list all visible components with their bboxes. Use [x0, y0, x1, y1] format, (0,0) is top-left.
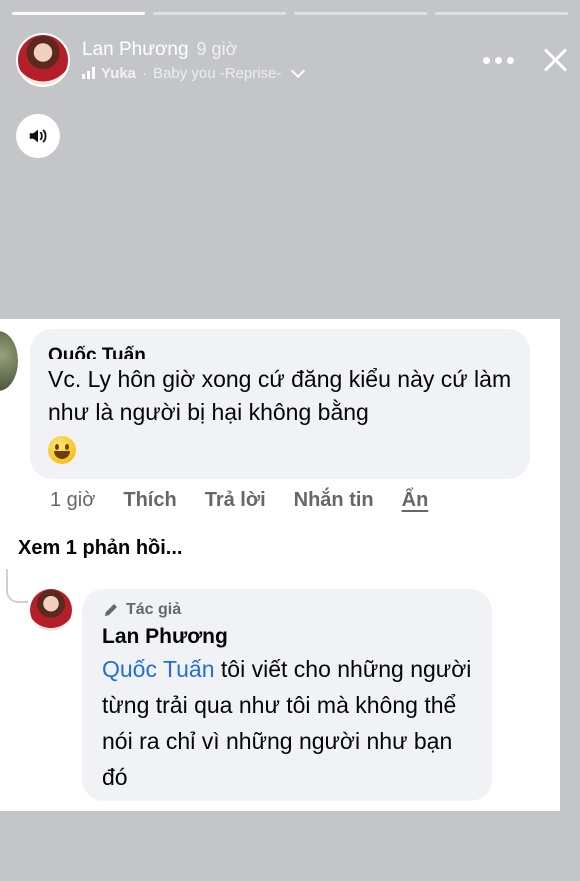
- music-artist: Yuka: [101, 64, 137, 82]
- progress-segment: [153, 12, 286, 15]
- reply-text: Quốc Tuấn tôi viết cho những người từng …: [102, 656, 472, 790]
- comment-actions: 1 giờ Thích Trả lời Nhắn tin Ẩn: [50, 489, 428, 512]
- like-button[interactable]: Thích: [123, 489, 176, 512]
- story-time: 9 giờ: [196, 38, 238, 59]
- reply-author: Lan Phương: [102, 625, 228, 648]
- close-icon[interactable]: [542, 47, 568, 73]
- music-bars-icon: [82, 67, 95, 79]
- progress-segment: [294, 12, 427, 15]
- chevron-down-icon[interactable]: [291, 63, 306, 78]
- avatar[interactable]: [16, 33, 70, 87]
- author-badge: Tác giả: [102, 601, 472, 619]
- more-icon[interactable]: [483, 56, 514, 64]
- header-text: Lan Phương 9 giờ Yuka · Baby you -Repris…: [82, 38, 306, 82]
- progress-segment: [435, 12, 568, 15]
- sound-button[interactable]: [16, 114, 60, 158]
- sound-icon: [29, 129, 47, 143]
- hide-button[interactable]: Ẩn: [402, 489, 429, 512]
- mention-link[interactable]: Quốc Tuấn: [102, 656, 215, 682]
- comment-screenshot: Quốc Tuấn Vc. Ly hôn giờ xong cứ đăng ki…: [0, 319, 560, 811]
- music-info[interactable]: Yuka · Baby you -Reprise-: [82, 63, 306, 82]
- story-header: Lan Phương 9 giờ Yuka · Baby you -Repris…: [16, 32, 568, 88]
- music-title: Baby you -Reprise-: [153, 64, 282, 82]
- commenter-avatar: [0, 331, 18, 391]
- music-separator: ·: [142, 64, 148, 82]
- view-replies-link[interactable]: Xem 1 phản hồi...: [18, 537, 182, 560]
- comment-time: 1 giờ: [50, 489, 96, 511]
- story-user-name[interactable]: Lan Phương: [82, 39, 189, 61]
- comment-text: Vc. Ly hôn giờ xong cứ đăng kiểu này cứ …: [48, 363, 512, 464]
- pencil-icon: [105, 604, 117, 616]
- comment-bubble: Quốc Tuấn Vc. Ly hôn giờ xong cứ đăng ki…: [30, 329, 530, 479]
- reply-avatar: [30, 589, 72, 631]
- reply-button[interactable]: Trả lời: [205, 489, 266, 512]
- story-progress: [12, 12, 568, 16]
- reply-bubble: Tác giả Lan Phương Quốc Tuấn tôi viết ch…: [82, 589, 492, 801]
- emoji-grin-icon: [48, 435, 76, 464]
- comment-author: Quốc Tuấn: [48, 345, 146, 359]
- reply-thread-line: [6, 569, 28, 603]
- message-button[interactable]: Nhắn tin: [294, 489, 374, 512]
- progress-segment: [12, 12, 145, 15]
